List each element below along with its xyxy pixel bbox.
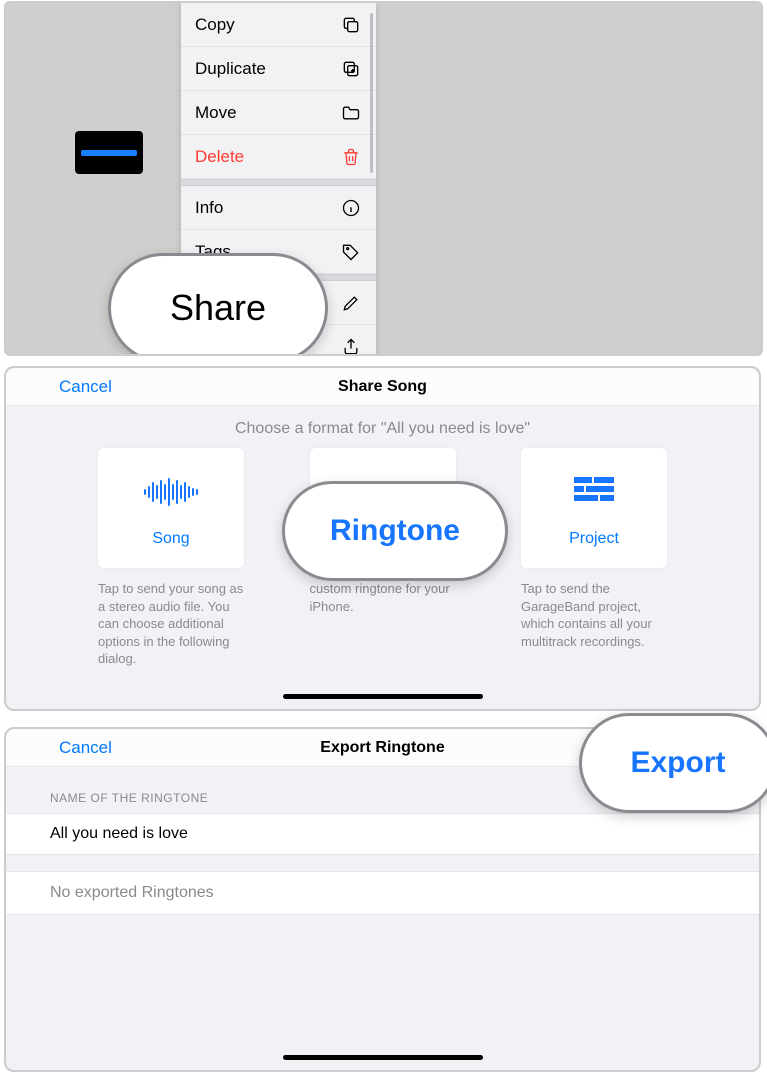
info-icon [340,197,362,219]
cancel-button[interactable]: Cancel [59,377,112,397]
tag-icon [340,241,362,263]
menu-label: Copy [195,15,340,35]
menu-item-copy[interactable]: Copy [181,3,376,47]
exported-status-row: No exported Ringtones [6,871,759,915]
ringtone-name-value: All you need is love [50,825,188,843]
exported-status-text: No exported Ringtones [50,884,214,902]
callout-label: Ringtone [330,514,460,548]
callout-ringtone: Ringtone [282,481,508,581]
sheet-header: Cancel Share Song [6,368,759,406]
share-icon [340,336,362,356]
duplicate-icon [340,58,362,80]
menu-item-duplicate[interactable]: Duplicate [181,47,376,91]
card-description: custom ringtone for your iPhone. [310,580,456,615]
sheet-title: Share Song [6,378,759,396]
context-menu-screenshot: Copy Duplicate Move Delete Info [4,1,763,356]
menu-item-move[interactable]: Move [181,91,376,135]
callout-label: Share [170,287,266,329]
card-project: Project Tap to send the GarageBand proje… [521,448,667,668]
cancel-button[interactable]: Cancel [59,738,112,758]
menu-label: Move [195,103,340,123]
copy-icon [340,14,362,36]
menu-separator [181,179,376,186]
trash-icon [340,146,362,168]
callout-label: Export [630,746,725,780]
callout-share: Share [108,253,328,356]
pencil-icon [340,292,362,314]
card-project-box[interactable]: Project [521,448,667,568]
menu-label: Duplicate [195,59,340,79]
share-song-screenshot: Cancel Share Song Choose a format for "A… [4,366,761,711]
menu-item-delete[interactable]: Delete [181,135,376,179]
card-label: Song [152,530,189,548]
project-thumbnail[interactable] [75,131,143,174]
waveform-icon [141,468,201,516]
menu-label: Delete [195,147,340,167]
card-description: Tap to send the GarageBand project, whic… [521,580,667,650]
card-description: Tap to send your song as a stereo audio … [98,580,244,668]
card-label: Project [569,530,619,548]
tracks-icon [574,468,614,516]
folder-icon [340,102,362,124]
menu-item-info[interactable]: Info [181,186,376,230]
format-prompt: Choose a format for "All you need is lov… [6,420,759,438]
home-indicator [283,694,483,699]
ringtone-name-field[interactable]: All you need is love [6,813,759,855]
card-song-box[interactable]: Song [98,448,244,568]
callout-export: Export [579,713,767,813]
menu-label: Info [195,198,340,218]
panel3-wrap: Cancel Export Ringtone NAME OF THE RINGT… [0,727,767,1072]
waveform-preview [81,150,137,156]
card-song: Song Tap to send your song as a stereo a… [98,448,244,668]
scroll-indicator [370,13,373,173]
home-indicator [283,1055,483,1060]
